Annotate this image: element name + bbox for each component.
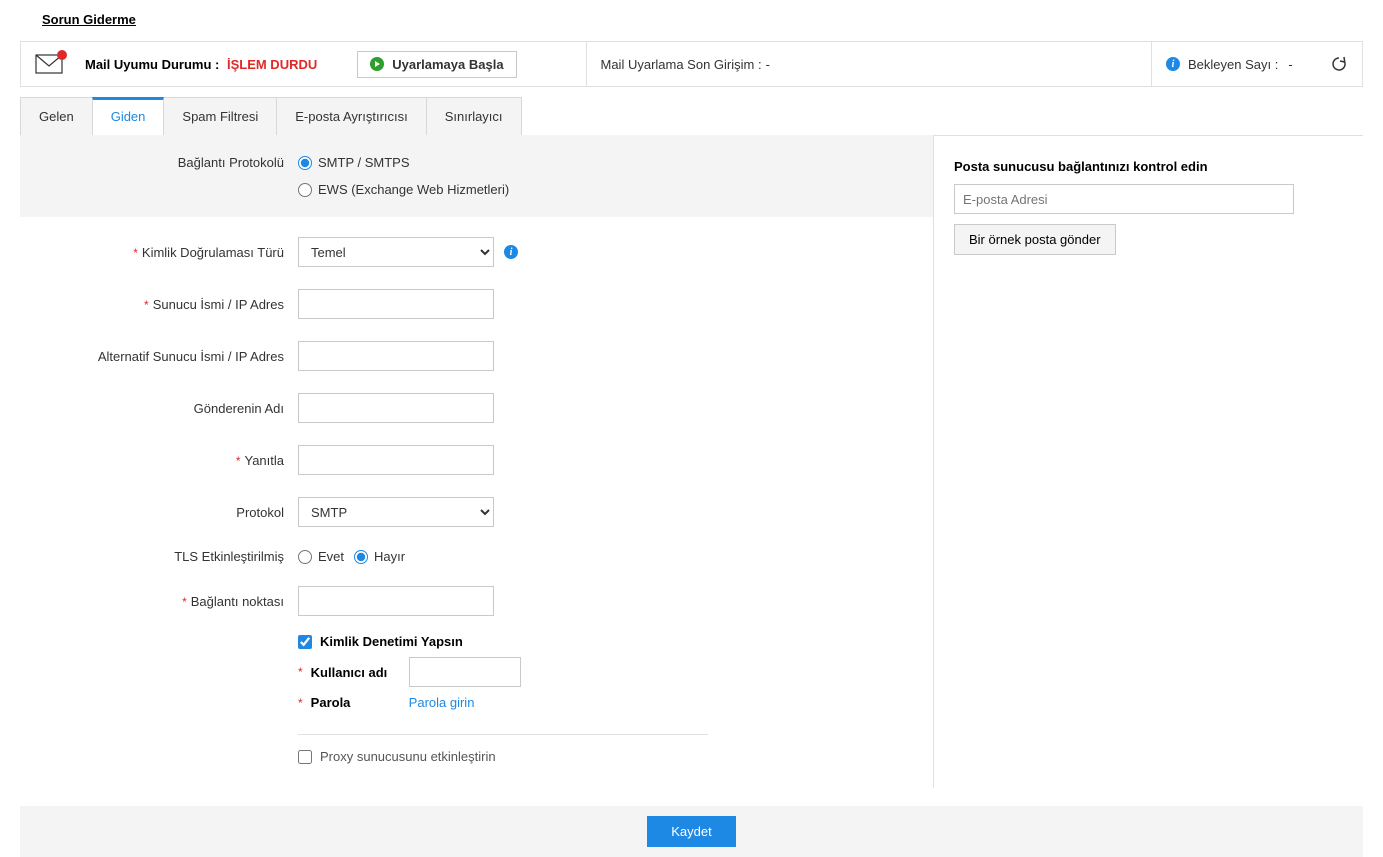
test-email-input[interactable] <box>954 184 1294 214</box>
server-input[interactable] <box>298 289 494 319</box>
mail-icon <box>35 54 63 74</box>
troubleshoot-link[interactable]: Sorun Giderme <box>42 12 136 27</box>
protocol-label: Protokol <box>236 505 284 520</box>
info-icon[interactable]: i <box>504 245 518 259</box>
tls-yes-label: Evet <box>318 549 344 564</box>
tab-parser[interactable]: E-posta Ayrıştırıcısı <box>276 97 426 135</box>
alt-server-label: Alternatif Sunucu İsmi / IP Adres <box>98 349 284 364</box>
status-bar: Mail Uyumu Durumu : İŞLEM DURDU Uyarlama… <box>20 41 1363 87</box>
auth-required-checkbox[interactable] <box>298 635 312 649</box>
info-icon: i <box>1166 57 1180 71</box>
tls-no-radio[interactable] <box>354 550 368 564</box>
tab-limiter[interactable]: Sınırlayıcı <box>426 97 522 135</box>
password-label: Parola <box>311 695 401 710</box>
tab-outgoing[interactable]: Giden <box>92 97 165 135</box>
port-label: Bağlantı noktası <box>191 594 284 609</box>
conn-protocol-label: Bağlantı Protokolü <box>20 155 298 170</box>
last-attempt-value: - <box>766 57 770 72</box>
pending-label: Bekleyen Sayı : <box>1188 57 1278 72</box>
refresh-icon[interactable] <box>1330 55 1348 73</box>
auth-type-label: Kimlik Doğrulaması Türü <box>142 245 284 260</box>
save-button[interactable]: Kaydet <box>647 816 735 847</box>
server-label: Sunucu İsmi / IP Adres <box>153 297 284 312</box>
sender-label: Gönderenin Adı <box>194 401 284 416</box>
auth-type-select[interactable]: Temel <box>298 237 494 267</box>
tabs: Gelen Giden Spam Filtresi E-posta Ayrışt… <box>20 97 1363 136</box>
tls-yes-radio[interactable] <box>298 550 312 564</box>
conn-protocol-ews-label: EWS (Exchange Web Hizmetleri) <box>318 182 509 197</box>
tab-incoming[interactable]: Gelen <box>20 97 93 135</box>
side-title: Posta sunucusu bağlantınızı kontrol edin <box>934 159 1343 174</box>
username-input[interactable] <box>409 657 521 687</box>
conn-protocol-smtp-label: SMTP / SMTPS <box>318 155 410 170</box>
tls-no-label: Hayır <box>374 549 405 564</box>
username-label: Kullanıcı adı <box>311 665 401 680</box>
proxy-enable-label: Proxy sunucusunu etkinleştirin <box>320 749 496 764</box>
proxy-enable-checkbox[interactable] <box>298 750 312 764</box>
protocol-select[interactable]: SMTP <box>298 497 494 527</box>
status-value: İŞLEM DURDU <box>227 57 317 72</box>
tls-label: TLS Etkinleştirilmiş <box>174 549 284 564</box>
pending-value: - <box>1288 57 1292 72</box>
conn-protocol-smtp-radio[interactable] <box>298 156 312 170</box>
play-icon <box>370 57 384 71</box>
tab-spam[interactable]: Spam Filtresi <box>163 97 277 135</box>
reply-label: Yanıtla <box>244 453 284 468</box>
sender-input[interactable] <box>298 393 494 423</box>
alt-server-input[interactable] <box>298 341 494 371</box>
password-enter-link[interactable]: Parola girin <box>409 695 475 710</box>
send-sample-button[interactable]: Bir örnek posta gönder <box>954 224 1116 255</box>
port-input[interactable] <box>298 586 494 616</box>
reply-input[interactable] <box>298 445 494 475</box>
last-attempt-label: Mail Uyarlama Son Girişim : <box>601 57 762 72</box>
conn-protocol-ews-radio[interactable] <box>298 183 312 197</box>
auth-required-label: Kimlik Denetimi Yapsın <box>320 634 463 649</box>
alert-dot-icon <box>57 50 67 60</box>
start-adapt-button[interactable]: Uyarlamaya Başla <box>357 51 516 78</box>
status-label: Mail Uyumu Durumu : İŞLEM DURDU <box>85 57 317 72</box>
